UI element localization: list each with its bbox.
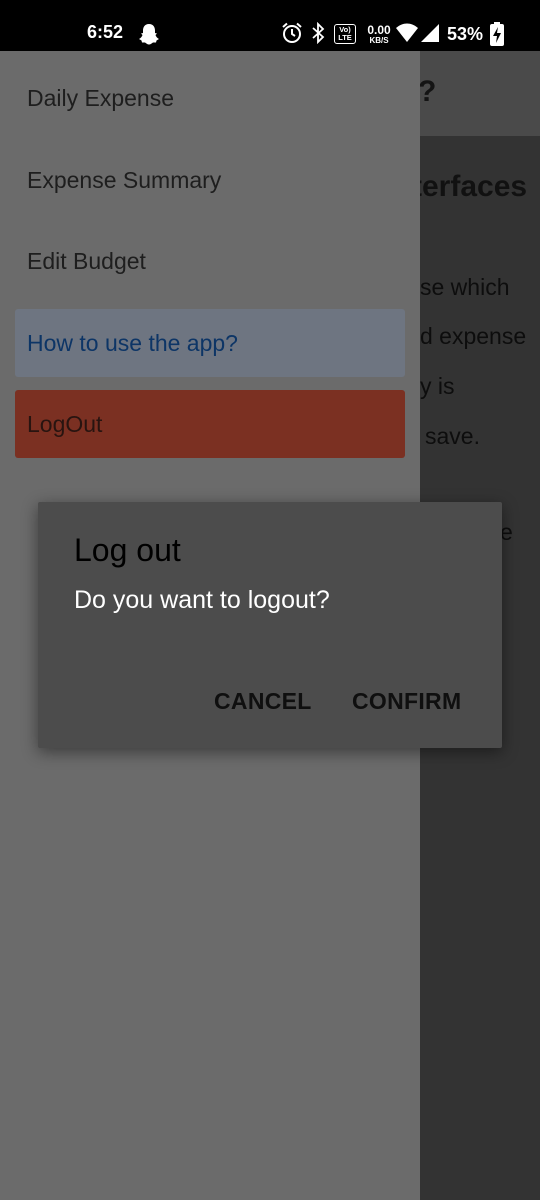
cancel-button[interactable]: CANCEL — [214, 688, 312, 715]
network-speed: 0.00 KB/S — [363, 24, 395, 45]
battery-percent: 53% — [447, 24, 484, 44]
page-title: ? — [418, 75, 437, 108]
dialog-title: Log out — [74, 532, 181, 568]
drawer-item-logout[interactable]: LogOut — [15, 390, 405, 458]
drawer-item-how-to-use[interactable]: How to use the app? — [15, 309, 405, 377]
signal-icon — [421, 24, 439, 42]
battery-charging-icon — [490, 22, 504, 46]
drawer-item-daily-expense[interactable]: Daily Expense — [15, 64, 405, 132]
drawer-item-edit-budget[interactable]: Edit Budget — [15, 227, 405, 295]
drawer-item-expense-summary[interactable]: Expense Summary — [15, 146, 405, 214]
logout-dialog: Log out Do you want to logout? CANCEL CO… — [38, 502, 502, 748]
page-text-line: se which — [420, 274, 510, 300]
status-bar: 6:52 Vo) LTE 0.00 KB/S 53% — [0, 0, 540, 51]
alarm-icon — [282, 22, 302, 43]
snapchat-icon — [139, 24, 159, 45]
wifi-icon — [396, 23, 418, 42]
network-speed-unit: KB/S — [369, 36, 389, 45]
dialog-message: Do you want to logout? — [74, 586, 330, 614]
confirm-button[interactable]: CONFIRM — [352, 688, 461, 715]
page-text-line: d expense — [420, 323, 527, 349]
page-subheading: terfaces — [412, 170, 528, 203]
volte-icon: Vo) LTE — [334, 24, 356, 44]
page-text-line: save. — [425, 423, 480, 449]
bluetooth-icon — [312, 22, 325, 44]
page-text-line: y is — [420, 373, 455, 399]
network-speed-value: 0.00 — [367, 23, 391, 37]
clock: 6:52 — [87, 22, 124, 42]
